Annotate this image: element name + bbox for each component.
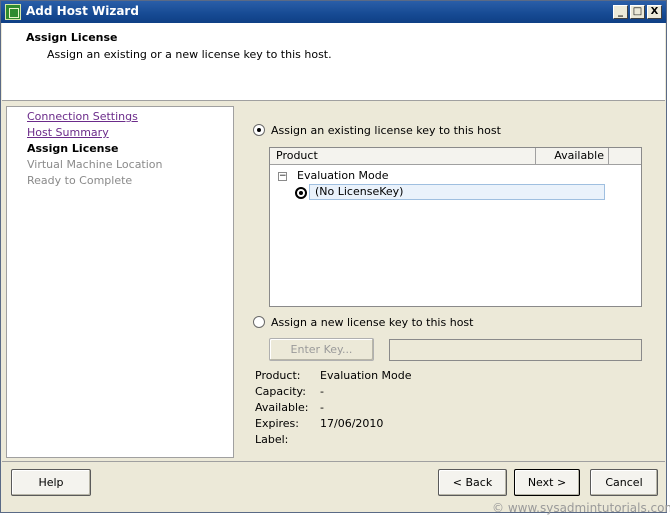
minimize-button[interactable]: _ xyxy=(613,5,628,19)
info-expires-value: 17/06/2010 xyxy=(320,417,384,430)
collapse-icon[interactable]: − xyxy=(278,172,287,181)
nav-item-connection-settings[interactable]: Connection Settings xyxy=(27,110,138,123)
license-row-no-key[interactable]: (No LicenseKey) xyxy=(309,184,605,200)
footer-divider xyxy=(2,461,665,462)
assign-license-panel: Assign an existing license key to this h… xyxy=(238,106,666,458)
info-available-value: - xyxy=(320,401,324,414)
back-button[interactable]: < Back xyxy=(438,469,507,496)
new-license-label[interactable]: Assign a new license key to this host xyxy=(271,316,473,329)
info-capacity-label: Capacity: xyxy=(255,385,306,398)
enter-key-button: Enter Key... xyxy=(269,338,374,361)
info-available-label: Available: xyxy=(255,401,309,414)
nav-item-virtual-machine-location: Virtual Machine Location xyxy=(27,158,163,171)
info-expires-label: Expires: xyxy=(255,417,299,430)
help-button[interactable]: Help xyxy=(11,469,91,496)
window-title: Add Host Wizard xyxy=(26,4,139,18)
existing-license-radio[interactable] xyxy=(253,124,265,136)
nav-item-host-summary[interactable]: Host Summary xyxy=(27,126,109,139)
group-evaluation-mode[interactable]: Evaluation Mode xyxy=(297,169,389,182)
title-bar[interactable]: Add Host Wizard _ □ X xyxy=(1,1,666,23)
next-button[interactable]: Next > xyxy=(514,469,580,496)
vsphere-app-icon xyxy=(5,4,21,20)
info-label-label: Label: xyxy=(255,433,289,446)
watermark: © www.sysadmintutorials.com xyxy=(492,501,670,515)
close-button[interactable]: X xyxy=(647,5,662,19)
nav-item-assign-license: Assign License xyxy=(27,142,119,155)
info-product-label: Product: xyxy=(255,369,301,382)
add-host-wizard-window: Add Host Wizard _ □ X Assign License Ass… xyxy=(0,0,667,513)
wizard-header: Assign License Assign an existing or a n… xyxy=(2,23,665,101)
page-title: Assign License xyxy=(26,31,118,44)
license-key-field xyxy=(389,339,642,361)
page-subtitle: Assign an existing or a new license key … xyxy=(47,48,332,61)
license-key-list[interactable]: Product Available − Evaluation Mode (No … xyxy=(269,147,642,307)
wizard-steps-nav: Connection Settings Host Summary Assign … xyxy=(6,106,234,458)
new-license-radio[interactable] xyxy=(253,316,265,328)
column-available[interactable]: Available xyxy=(536,148,609,164)
column-product[interactable]: Product xyxy=(270,148,536,164)
maximize-button[interactable]: □ xyxy=(630,5,645,19)
selected-row-radio[interactable] xyxy=(295,187,307,199)
nav-item-ready-to-complete: Ready to Complete xyxy=(27,174,133,187)
list-header: Product Available xyxy=(270,148,641,165)
cancel-button[interactable]: Cancel xyxy=(590,469,658,496)
info-capacity-value: - xyxy=(320,385,324,398)
info-product-value: Evaluation Mode xyxy=(320,369,412,382)
existing-license-label[interactable]: Assign an existing license key to this h… xyxy=(271,124,501,137)
